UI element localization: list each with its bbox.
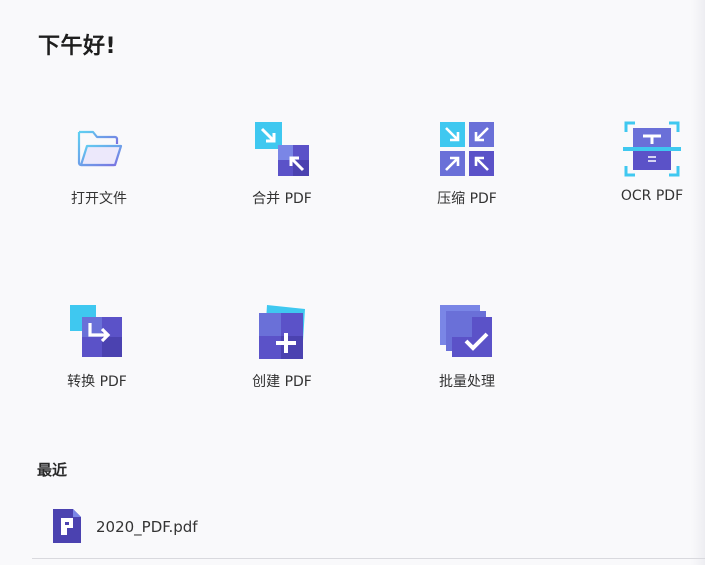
greeting-title: 下午好! xyxy=(38,34,117,59)
ocr-pdf-label: OCR PDF xyxy=(620,188,684,204)
merge-icon xyxy=(253,120,311,178)
folder-icon xyxy=(70,120,128,178)
convert-icon xyxy=(68,303,126,361)
create-icon xyxy=(253,303,311,361)
merge-pdf-button[interactable]: 合并 PDF xyxy=(217,120,347,240)
compress-pdf-button[interactable]: 压缩 PDF xyxy=(402,120,532,240)
batch-process-label: 批量处理 xyxy=(439,374,495,390)
recent-section-title: 最近 xyxy=(37,461,68,479)
compress-pdf-label: 压缩 PDF xyxy=(437,191,497,207)
recent-file-row[interactable]: 2020_PDF.pdf xyxy=(32,506,705,559)
ocr-icon xyxy=(623,120,681,178)
create-pdf-button[interactable]: 创建 PDF xyxy=(217,303,347,423)
batch-process-button[interactable]: 批量处理 xyxy=(402,303,532,423)
open-file-button[interactable]: 打开文件 xyxy=(34,120,164,240)
pdf-file-icon xyxy=(53,509,81,543)
create-pdf-label: 创建 PDF xyxy=(252,374,312,390)
merge-pdf-label: 合并 PDF xyxy=(252,191,312,207)
window-edge xyxy=(691,0,705,565)
open-file-label: 打开文件 xyxy=(71,191,127,207)
ocr-pdf-button[interactable]: OCR PDF xyxy=(587,120,705,240)
recent-file-name: 2020_PDF.pdf xyxy=(96,518,198,536)
convert-pdf-button[interactable]: 转换 PDF xyxy=(32,303,162,423)
compress-icon xyxy=(438,120,496,178)
batch-icon xyxy=(438,303,496,361)
convert-pdf-label: 转换 PDF xyxy=(67,374,127,390)
